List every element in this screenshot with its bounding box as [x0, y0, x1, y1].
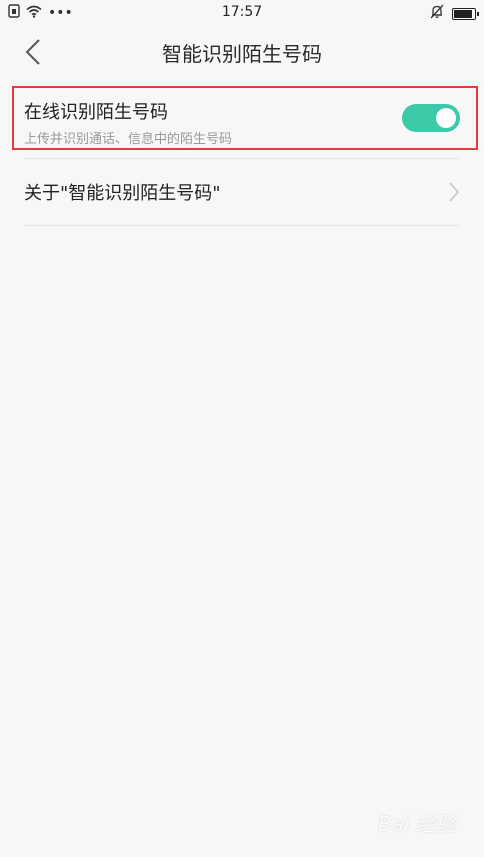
online-identify-toggle[interactable] [402, 104, 460, 132]
mute-bell-icon [430, 4, 444, 23]
online-identify-title: 在线识别陌生号码 [24, 102, 168, 123]
status-right-icons [430, 4, 479, 23]
settings-list: 在线识别陌生号码 上传并识别通话、信息中的陌生号码 关于"智能识别陌生号码" [0, 78, 484, 226]
online-identify-row[interactable]: 在线识别陌生号码 上传并识别通话、信息中的陌生号码 [24, 78, 460, 159]
nav-bar: 智能识别陌生号码 [0, 26, 484, 78]
page-title: 智能识别陌生号码 [162, 42, 322, 66]
battery-icon [452, 7, 479, 20]
chevron-right-icon [449, 182, 460, 202]
about-title: 关于"智能识别陌生号码" [24, 183, 221, 204]
status-time: 17:57 [221, 4, 263, 20]
online-identify-subtitle: 上传并识别通话、信息中的陌生号码 [24, 132, 233, 147]
watermark: Bai 经验 [378, 812, 456, 836]
status-bar: ••• 17:57 [0, 0, 484, 26]
toggle-knob [436, 108, 456, 128]
about-row[interactable]: 关于"智能识别陌生号码" [24, 159, 460, 226]
